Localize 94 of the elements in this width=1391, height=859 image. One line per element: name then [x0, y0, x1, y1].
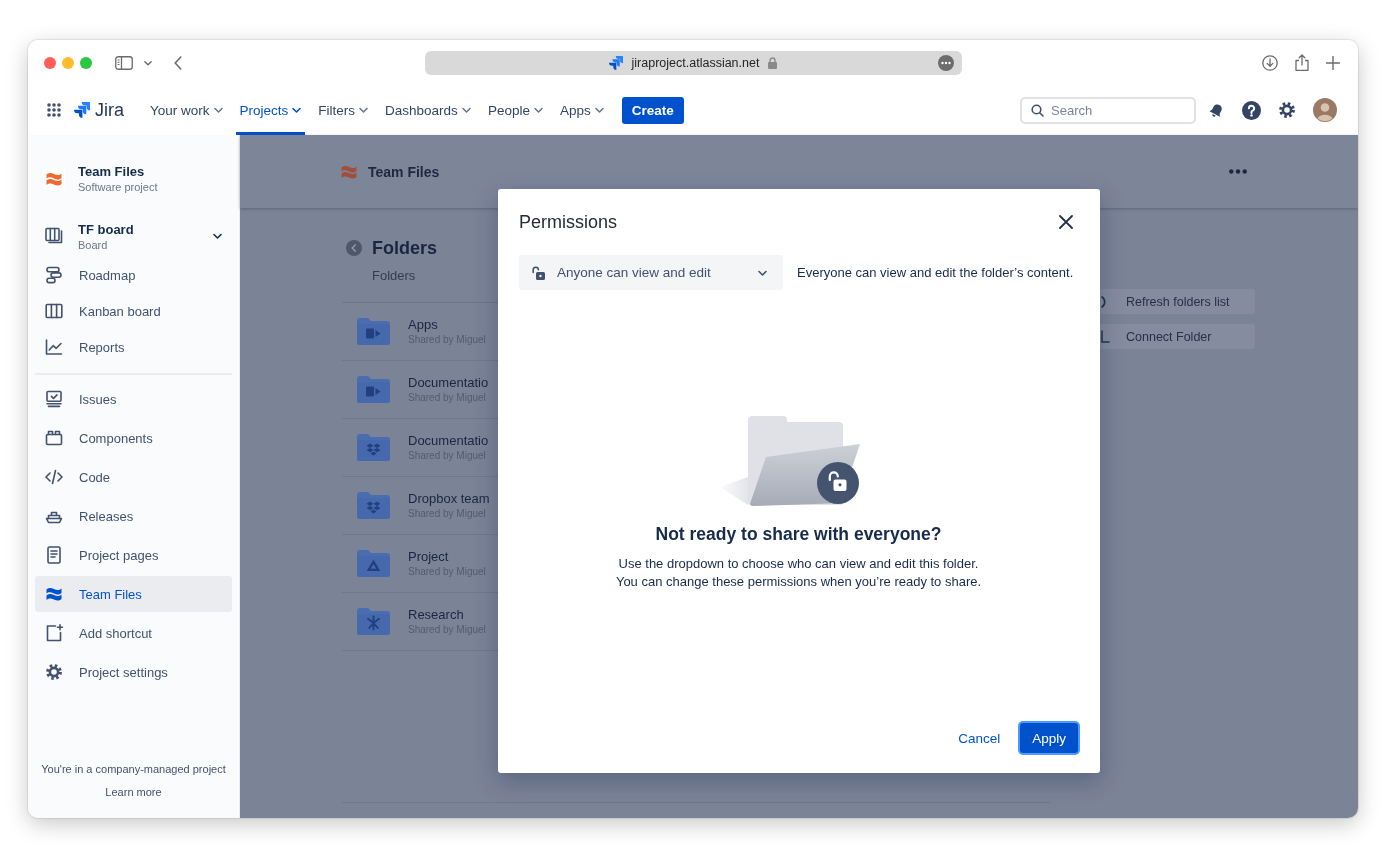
folder-icon[interactable] [357, 434, 390, 461]
help-icon[interactable] [1242, 100, 1261, 120]
action-button[interactable]: Refresh folders list [1100, 289, 1255, 314]
page-subheading: Folders [372, 267, 416, 285]
folder-name[interactable]: Dropbox team [408, 491, 490, 507]
folder-name[interactable]: Documentatio [408, 375, 489, 391]
cancel-button[interactable]: Cancel [954, 723, 1005, 753]
board-icon [45, 227, 63, 245]
project-type: Software project [78, 180, 158, 194]
timeline-icon [45, 266, 63, 284]
folder-icon[interactable] [357, 608, 390, 635]
folder-icon[interactable] [357, 550, 390, 577]
folder-icon[interactable] [357, 376, 390, 403]
user-avatar[interactable] [1313, 98, 1337, 122]
close-icon[interactable] [1059, 215, 1073, 229]
code-icon [45, 468, 63, 486]
bell-icon[interactable] [1208, 101, 1225, 119]
page-url: jiraproject.atlassian.net [631, 55, 760, 70]
sidebar-item[interactable]: Roadmap [35, 257, 232, 293]
share-icon[interactable] [1295, 54, 1309, 71]
settings-icon[interactable] [1278, 101, 1296, 119]
folder-name[interactable]: Project [408, 549, 486, 565]
box-icon [45, 429, 63, 447]
sidebar-item[interactable]: Reports [35, 329, 232, 365]
more-icon[interactable] [937, 54, 954, 71]
address-bar[interactable]: jiraproject.atlassian.net [424, 50, 962, 75]
folder-icon[interactable] [357, 492, 390, 519]
back-icon[interactable] [174, 55, 182, 70]
folder-name[interactable]: Apps [408, 317, 486, 333]
nav-tab[interactable]: Dashboards [381, 85, 475, 135]
action-button[interactable]: Connect Folder [1100, 324, 1255, 349]
folder-icon[interactable] [357, 318, 390, 345]
chevron-down-icon [533, 107, 543, 113]
chevron-down-icon [213, 107, 223, 113]
window-close-button[interactable] [44, 56, 56, 69]
project-name: Team Files [78, 163, 146, 180]
chevron-down-icon [292, 107, 302, 113]
gear-icon [45, 663, 63, 681]
folder-name[interactable]: Documentatio [408, 433, 489, 449]
chevron-down-icon [213, 233, 222, 239]
search-icon [1031, 103, 1044, 117]
sidebar-item[interactable]: Project pages [35, 537, 232, 573]
empty-state-text: You can change these permissions when you’re ready to share. [615, 573, 982, 591]
chevron-down-icon [758, 269, 767, 276]
columns-icon [45, 302, 63, 320]
sidebar-item[interactable]: Add shortcut [35, 615, 232, 651]
sidebar-item[interactable]: Releases [35, 498, 232, 534]
corner-icon [1101, 329, 1110, 344]
jira-logo-link[interactable]: Jira [74, 99, 124, 121]
line-chart-icon [45, 338, 63, 356]
sidebar-icon[interactable] [115, 55, 133, 70]
chevron-down-icon [461, 107, 471, 113]
folder-name[interactable]: Research [408, 607, 486, 623]
jira-icon [74, 102, 90, 118]
dialog-title: Permissions [519, 211, 618, 233]
nav-tab[interactable]: People [483, 85, 547, 135]
search-field[interactable]: Search [1020, 96, 1196, 124]
document-icon [45, 546, 63, 564]
page-title: Team Files [368, 163, 440, 180]
footer-note: You're in a company-managed project [41, 762, 226, 776]
chevron-down-icon [359, 107, 369, 113]
sidebar-item[interactable]: Project settings [35, 654, 232, 690]
permission-description: Everyone can view and edit the folder’s content. [797, 265, 1074, 280]
apply-button[interactable]: Apply [1020, 723, 1078, 753]
nav-tab[interactable]: Filters [314, 85, 373, 135]
nav-tab[interactable]: Your work [146, 85, 227, 135]
open-padlock-icon [531, 265, 545, 280]
sidebar-item[interactable]: Team Files [35, 576, 232, 612]
more-icon[interactable] [1229, 169, 1247, 174]
nav-tab[interactable]: Apps [555, 85, 608, 135]
learn-more-link[interactable]: Learn more [105, 785, 162, 799]
chevron-down-icon [594, 107, 604, 113]
download-icon[interactable] [1262, 54, 1278, 71]
layers-icon [45, 585, 63, 603]
sidebar-item[interactable]: Issues [35, 381, 232, 417]
app-grid-icon[interactable] [47, 103, 61, 117]
add-page-icon [45, 624, 63, 642]
lock-icon [768, 56, 778, 69]
sidebar-item[interactable]: Code [35, 459, 232, 495]
jira-icon [608, 55, 623, 70]
monitor-check-icon [45, 390, 63, 408]
board-switcher[interactable]: TF board Board [35, 219, 232, 253]
empty-state-text: Use the dropdown to choose who can view and edit this folder. [618, 555, 979, 573]
sidebar-item[interactable]: Kanban board [35, 293, 232, 329]
empty-state-heading: Not ready to share with everyone? [655, 523, 942, 545]
sidebar-item[interactable]: Components [35, 420, 232, 456]
window-zoom-button[interactable] [80, 56, 92, 69]
chevron-down-icon[interactable] [144, 59, 152, 66]
plus-icon[interactable] [1326, 55, 1340, 70]
padlock-icon [817, 462, 859, 504]
back-icon[interactable] [346, 240, 362, 256]
permission-dropdown[interactable]: Anyone can view and edit [519, 255, 783, 290]
page-heading: Folders [372, 237, 437, 259]
create-button[interactable]: Create [621, 96, 684, 124]
